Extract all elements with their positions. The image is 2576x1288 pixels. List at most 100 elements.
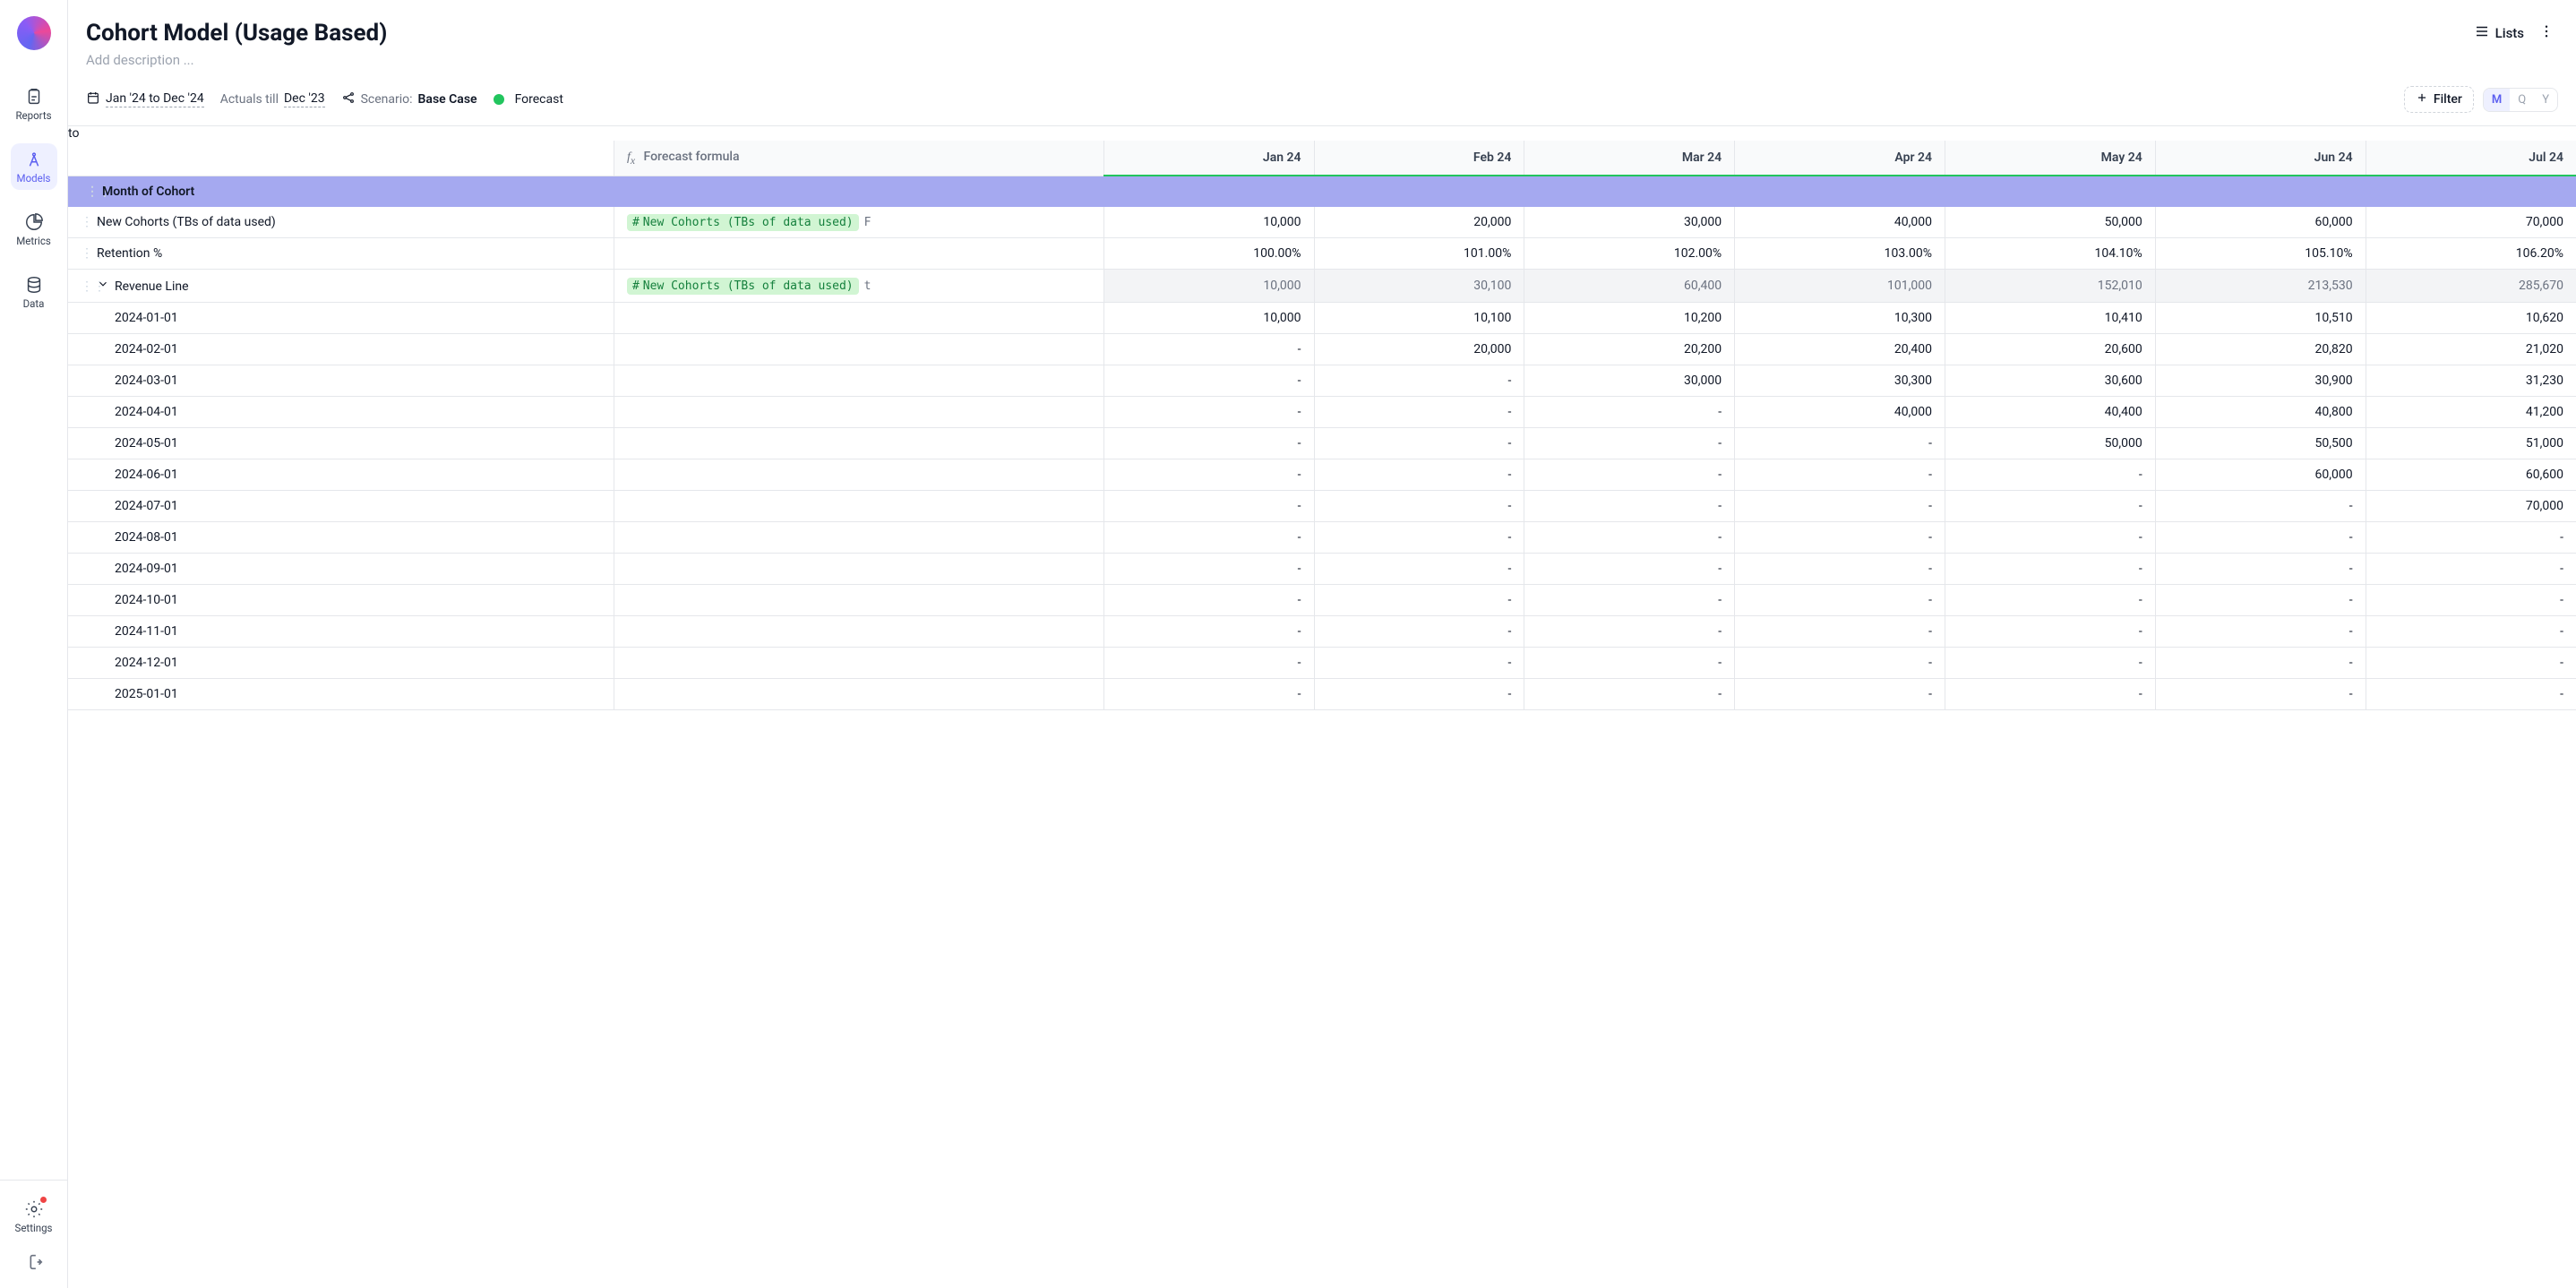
table-row[interactable]: 2024-10-01------- [68, 585, 2576, 616]
granularity-year[interactable]: Y [2534, 89, 2557, 111]
data-cell[interactable]: - [1735, 616, 1945, 648]
month-header[interactable]: Feb 24 [1314, 141, 1524, 176]
month-header[interactable]: Jun 24 [2155, 141, 2366, 176]
data-cell[interactable]: - [2155, 616, 2366, 648]
formula-tag[interactable]: #New Cohorts (TBs of data used) [627, 214, 859, 231]
formula-cell[interactable] [614, 554, 1103, 585]
data-cell[interactable]: - [1524, 679, 1735, 710]
formula-cell[interactable] [614, 491, 1103, 522]
data-cell[interactable]: - [1103, 616, 1314, 648]
lists-button[interactable]: Lists [2474, 23, 2524, 43]
data-cell[interactable]: 20,000 [1314, 334, 1524, 365]
data-cell[interactable]: - [1945, 459, 2155, 491]
table-row[interactable]: 2024-12-01------- [68, 648, 2576, 679]
table-row[interactable]: ⋮⋮New Cohorts (TBs of data used)#New Coh… [68, 207, 2576, 238]
date-range-picker[interactable]: Jan '24 to Dec '24 [86, 90, 204, 108]
table-row[interactable]: ⋮⋮Revenue Line#New Cohorts (TBs of data … [68, 270, 2576, 303]
row-label-cell[interactable]: 2025-01-01 [68, 679, 614, 710]
drag-handle-icon[interactable]: ⋮⋮ [81, 215, 90, 229]
table-row[interactable]: 2025-01-01------- [68, 679, 2576, 710]
row-label-cell[interactable]: 2024-04-01 [68, 397, 614, 428]
formula-cell[interactable] [614, 522, 1103, 554]
drag-handle-icon[interactable]: ⋮⋮ [81, 246, 90, 261]
scenario-picker[interactable]: Scenario: Base Case [341, 90, 477, 108]
data-cell[interactable]: 20,600 [1945, 334, 2155, 365]
filter-button[interactable]: Filter [2404, 86, 2474, 113]
data-cell[interactable]: - [2155, 522, 2366, 554]
data-cell[interactable]: 60,400 [1524, 270, 1735, 303]
data-cell[interactable]: - [1314, 459, 1524, 491]
data-cell[interactable]: - [1103, 459, 1314, 491]
data-cell[interactable]: - [1524, 459, 1735, 491]
data-cell[interactable]: - [1524, 585, 1735, 616]
data-cell[interactable]: - [1735, 648, 1945, 679]
data-cell[interactable]: - [1945, 679, 2155, 710]
data-cell[interactable]: 50,500 [2155, 428, 2366, 459]
formula-cell[interactable] [614, 459, 1103, 491]
row-label-cell[interactable]: 2024-07-01 [68, 491, 614, 522]
data-cell[interactable]: 30,100 [1314, 270, 1524, 303]
chevron-down-icon[interactable] [97, 278, 109, 294]
table-row[interactable]: 2024-11-01------- [68, 616, 2576, 648]
data-cell[interactable]: - [1103, 334, 1314, 365]
data-cell[interactable]: - [1524, 616, 1735, 648]
table-row[interactable]: 2024-01-0110,00010,10010,20010,30010,410… [68, 303, 2576, 334]
data-cell[interactable]: 101.00% [1314, 238, 1524, 270]
actuals-till-picker[interactable]: Actuals till Dec '23 [220, 91, 325, 107]
granularity-month[interactable]: M [2484, 89, 2510, 111]
data-cell[interactable]: 60,600 [2366, 459, 2576, 491]
data-cell[interactable]: - [1735, 522, 1945, 554]
data-cell[interactable]: - [1735, 491, 1945, 522]
data-cell[interactable]: 50,000 [1945, 428, 2155, 459]
data-cell[interactable]: 31,230 [2366, 365, 2576, 397]
formula-cell[interactable] [614, 585, 1103, 616]
drag-handle-icon[interactable]: ⋮⋮ [81, 279, 90, 294]
data-cell[interactable]: 20,000 [1314, 207, 1524, 238]
data-cell[interactable]: - [1735, 585, 1945, 616]
data-cell[interactable]: 70,000 [2366, 207, 2576, 238]
data-cell[interactable]: - [1524, 491, 1735, 522]
data-cell[interactable]: - [1945, 522, 2155, 554]
data-cell[interactable]: - [1314, 648, 1524, 679]
sidebar-item-settings[interactable]: Settings [11, 1193, 57, 1240]
sidebar-item-reports[interactable]: Reports [11, 81, 57, 127]
formula-cell[interactable] [614, 334, 1103, 365]
data-cell[interactable]: - [2155, 648, 2366, 679]
data-cell[interactable]: 10,300 [1735, 303, 1945, 334]
row-label-cell[interactable]: ⋮⋮Retention % [68, 238, 614, 270]
data-cell[interactable]: - [2155, 679, 2366, 710]
data-cell[interactable]: 106.20% [2366, 238, 2576, 270]
row-label-cell[interactable]: 2024-08-01 [68, 522, 614, 554]
row-label-cell[interactable]: 2024-09-01 [68, 554, 614, 585]
data-cell[interactable]: - [1103, 648, 1314, 679]
formula-cell[interactable]: #New Cohorts (TBs of data used)F [614, 207, 1103, 238]
data-cell[interactable]: - [1524, 648, 1735, 679]
data-cell[interactable]: - [1735, 428, 1945, 459]
data-cell[interactable]: - [1945, 554, 2155, 585]
data-cell[interactable]: 20,400 [1735, 334, 1945, 365]
data-cell[interactable]: 104.10% [1945, 238, 2155, 270]
data-cell[interactable]: - [1314, 491, 1524, 522]
data-cell[interactable]: 30,900 [2155, 365, 2366, 397]
table-row[interactable]: 2024-03-01--30,00030,30030,60030,90031,2… [68, 365, 2576, 397]
data-cell[interactable]: - [1314, 554, 1524, 585]
data-cell[interactable]: - [1524, 522, 1735, 554]
data-cell[interactable]: 103.00% [1735, 238, 1945, 270]
table-row[interactable]: ⋮⋮Retention %100.00%101.00%102.00%103.00… [68, 238, 2576, 270]
data-cell[interactable]: 100.00% [1103, 238, 1314, 270]
data-cell[interactable]: 10,000 [1103, 303, 1314, 334]
month-header[interactable]: Jan 24 [1103, 141, 1314, 176]
row-label-cell[interactable]: ⋮⋮Revenue Line [68, 270, 614, 303]
month-header[interactable]: Apr 24 [1735, 141, 1945, 176]
data-cell[interactable]: - [1103, 522, 1314, 554]
data-cell[interactable]: - [1103, 554, 1314, 585]
data-cell[interactable]: 285,670 [2366, 270, 2576, 303]
sidebar-item-models[interactable]: Models [11, 143, 57, 190]
data-cell[interactable]: 51,000 [2366, 428, 2576, 459]
table-row[interactable]: 2024-07-01------70,000 [68, 491, 2576, 522]
data-cell[interactable]: - [1524, 428, 1735, 459]
data-cell[interactable]: 101,000 [1735, 270, 1945, 303]
data-cell[interactable]: - [2155, 491, 2366, 522]
data-cell[interactable]: 60,000 [2155, 207, 2366, 238]
formula-cell[interactable] [614, 303, 1103, 334]
